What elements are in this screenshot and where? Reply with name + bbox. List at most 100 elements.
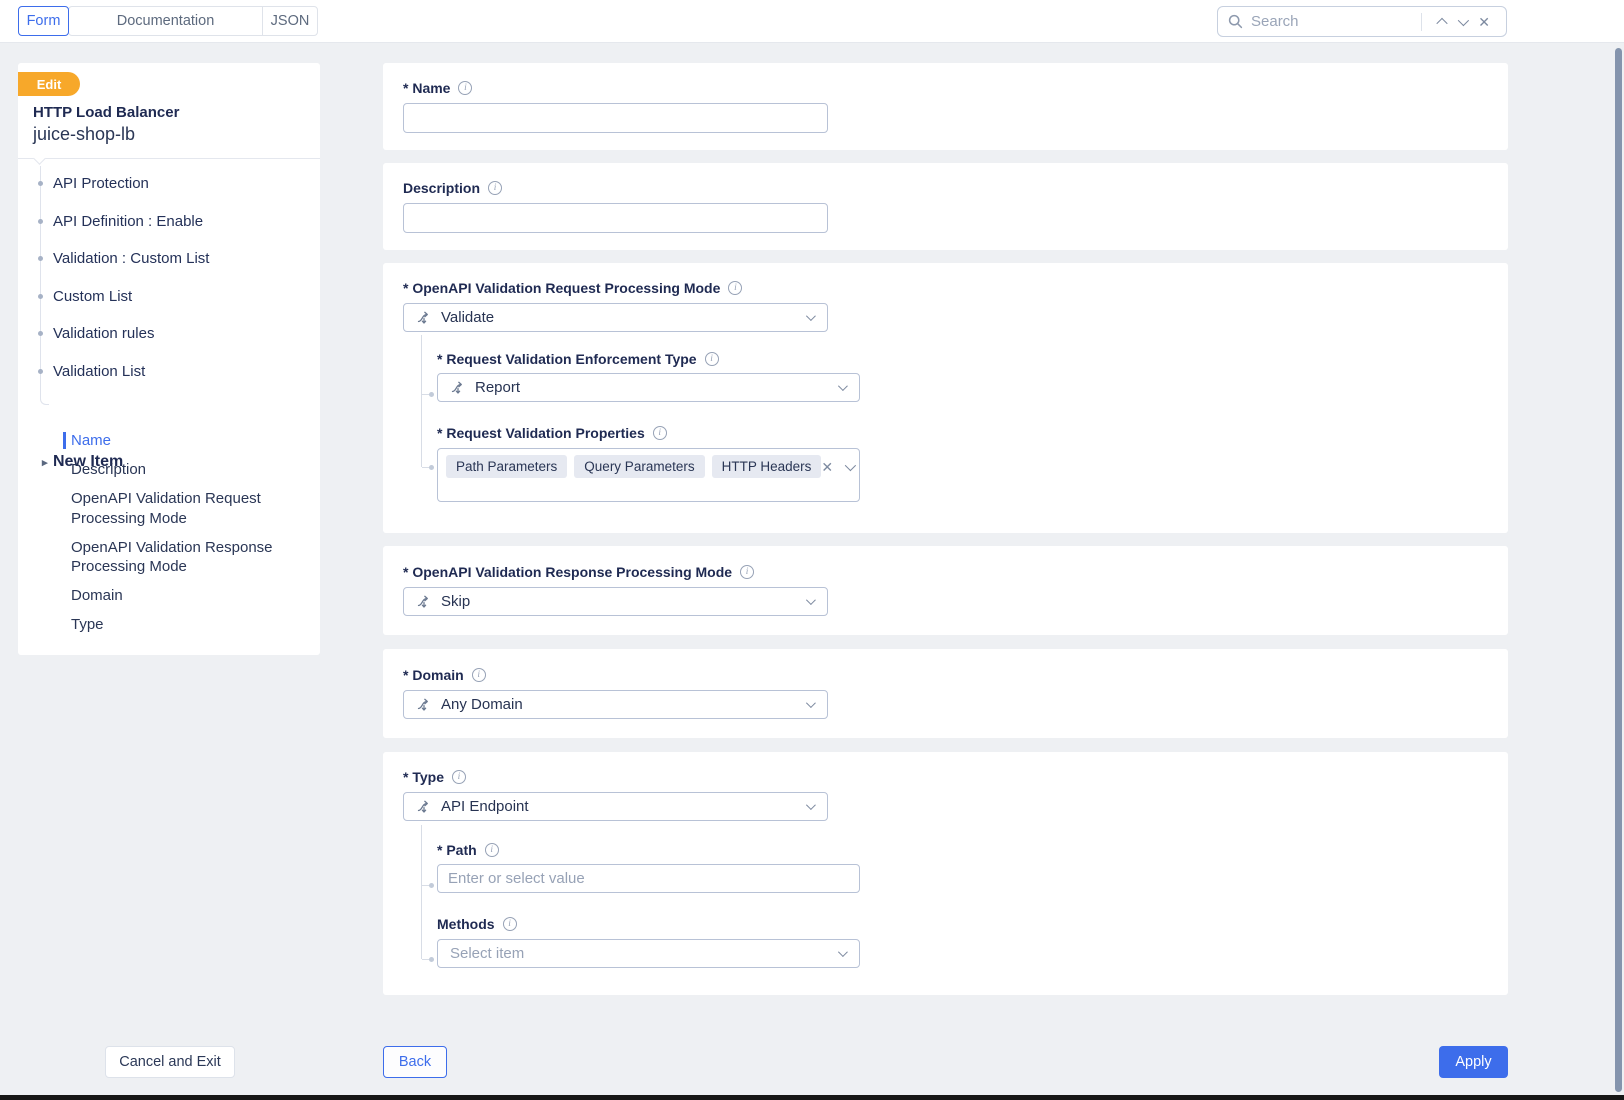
window-bottom-edge <box>0 1095 1624 1100</box>
domain-label: * Domain <box>403 667 464 683</box>
property-tag-label: Query Parameters <box>584 459 694 474</box>
sidebar-field-item[interactable]: Name <box>71 431 286 451</box>
clear-icon[interactable]: ✕ <box>821 460 833 474</box>
description-input[interactable] <box>403 203 828 233</box>
search-prev-button[interactable] <box>1432 14 1452 30</box>
cancel-and-exit-button[interactable]: Cancel and Exit <box>105 1046 235 1078</box>
card-name: * Name i <box>383 63 1508 150</box>
domain-label-row: * Domain i <box>403 667 1488 683</box>
item-dot-icon <box>38 331 43 336</box>
sidebar-section-item[interactable]: API Definition : Enable <box>18 203 320 241</box>
path-input[interactable] <box>437 864 860 893</box>
sidebar-field-label: Type <box>71 616 104 633</box>
properties-tag-list: Path Parameters Query Parameters HTTP Head… <box>446 454 821 478</box>
object-type-label: HTTP Load Balancer <box>33 104 179 121</box>
nested-properties: * Request Validation Properties i Path P… <box>437 425 860 502</box>
sidebar-field-item[interactable]: Domain <box>71 586 286 606</box>
sidebar-field-item[interactable]: Type <box>71 615 286 635</box>
properties-multiselect[interactable]: Path Parameters Query Parameters HTTP Head… <box>437 448 860 502</box>
response-mode-label-row: * OpenAPI Validation Response Processing… <box>403 564 1488 580</box>
sidebar-section-label: Validation List <box>53 363 145 380</box>
info-icon[interactable]: i <box>653 426 667 440</box>
search-icon <box>1228 14 1243 29</box>
description-label: Description <box>403 180 480 196</box>
search-close-button[interactable]: ✕ <box>1472 11 1496 33</box>
type-select[interactable]: API Endpoint <box>403 792 828 821</box>
name-label-row: * Name i <box>403 80 1488 96</box>
enforcement-label: * Request Validation Enforcement Type <box>437 351 697 367</box>
card-type: * Type i API Endpoint * Path i Methods i <box>383 752 1508 995</box>
back-button[interactable]: Back <box>383 1046 447 1078</box>
nested-enforcement: * Request Validation Enforcement Type i … <box>437 351 860 402</box>
card-description: Description i <box>383 163 1508 250</box>
info-icon[interactable]: i <box>458 81 472 95</box>
one-of-icon <box>450 380 466 396</box>
nested-path: * Path i <box>437 842 860 893</box>
connector-dot <box>429 392 434 397</box>
info-icon[interactable]: i <box>485 843 499 857</box>
nested-methods: Methods i Select item <box>437 916 860 968</box>
sidebar-divider <box>18 158 320 159</box>
info-icon[interactable]: i <box>705 352 719 366</box>
item-dot-icon <box>38 181 43 186</box>
search-next-button[interactable] <box>1452 14 1472 30</box>
chevron-down-icon <box>806 595 816 605</box>
chevron-down-icon <box>806 800 816 810</box>
response-mode-value: Skip <box>441 593 797 610</box>
sidebar-section-item[interactable]: API Protection <box>18 165 320 203</box>
tab-documentation[interactable]: Documentation <box>68 6 263 36</box>
card-domain: * Domain i Any Domain <box>383 649 1508 738</box>
info-icon[interactable]: i <box>472 668 486 682</box>
request-mode-select[interactable]: Validate <box>403 303 828 332</box>
property-tag[interactable]: Query Parameters <box>574 455 704 478</box>
info-icon[interactable]: i <box>488 181 502 195</box>
name-input[interactable] <box>403 103 828 133</box>
view-tabs: Form Documentation JSON <box>18 6 318 36</box>
request-mode-label: * OpenAPI Validation Request Processing … <box>403 280 720 296</box>
sidebar-section-label: API Protection <box>53 175 149 192</box>
info-icon[interactable]: i <box>728 281 742 295</box>
connector-dot <box>429 883 434 888</box>
info-icon[interactable]: i <box>740 565 754 579</box>
item-dot-icon <box>38 294 43 299</box>
properties-label: * Request Validation Properties <box>437 425 645 441</box>
sidebar-field-item[interactable]: Description <box>71 460 286 480</box>
info-icon[interactable]: i <box>503 917 517 931</box>
sidebar-section-label: Validation rules <box>53 325 154 342</box>
scrollbar-thumb[interactable] <box>1615 48 1622 1092</box>
one-of-icon <box>416 310 432 326</box>
sidebar-field-item[interactable]: OpenAPI Validation Response Processing M… <box>71 538 286 577</box>
property-tag[interactable]: HTTP Headers <box>712 455 822 478</box>
sidebar-field-list: Name Description OpenAPI Validation Reques… <box>71 431 286 644</box>
search-box[interactable]: ✕ <box>1217 6 1507 37</box>
search-input[interactable] <box>1251 13 1411 30</box>
one-of-icon <box>416 697 432 713</box>
domain-select[interactable]: Any Domain <box>403 690 828 719</box>
sidebar-section-item[interactable]: Custom List <box>18 278 320 316</box>
connector-line <box>421 825 422 959</box>
sidebar-section-item[interactable]: Validation rules <box>18 315 320 353</box>
response-mode-select[interactable]: Skip <box>403 587 828 616</box>
sidebar-section-item[interactable]: Validation : Custom List <box>18 240 320 278</box>
object-name: juice-shop-lb <box>33 124 135 145</box>
connector-dot <box>429 465 434 470</box>
property-tag[interactable]: Path Parameters <box>446 455 567 478</box>
sidebar-section-item[interactable]: Validation List <box>18 353 320 391</box>
item-dot-icon <box>38 369 43 374</box>
apply-button[interactable]: Apply <box>1439 1046 1508 1078</box>
tab-form[interactable]: Form <box>18 6 69 36</box>
connector-line <box>422 959 429 960</box>
methods-select[interactable]: Select item <box>437 939 860 968</box>
sidebar-field-label: Description <box>71 461 146 478</box>
item-dot-icon <box>38 256 43 261</box>
enforcement-select[interactable]: Report <box>437 373 860 402</box>
sidebar-field-label: Name <box>71 432 111 449</box>
name-label: * Name <box>403 80 450 96</box>
sidebar-field-item[interactable]: OpenAPI Validation Request Processing Mo… <box>71 489 286 528</box>
info-icon[interactable]: i <box>452 770 466 784</box>
item-dot-icon <box>38 219 43 224</box>
sidebar-field-label: Domain <box>71 587 123 604</box>
chevron-down-icon <box>838 947 848 957</box>
search-divider <box>1421 13 1422 31</box>
tab-json[interactable]: JSON <box>262 6 318 36</box>
